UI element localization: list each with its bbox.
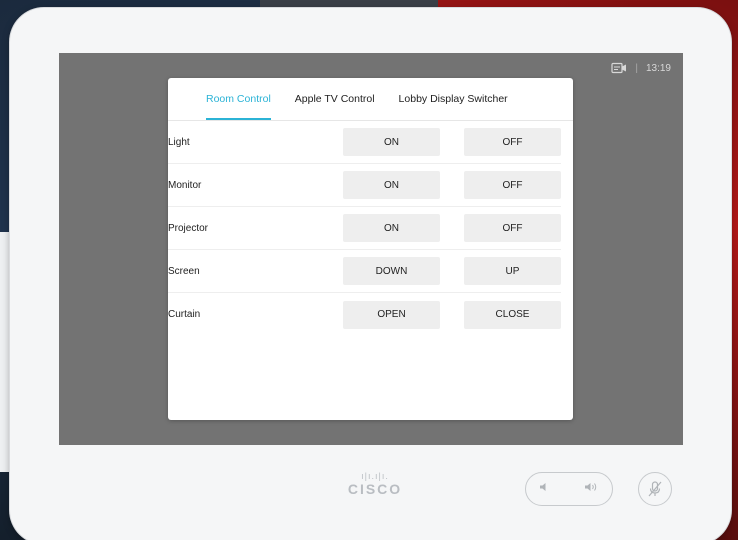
projector-off-button[interactable]: OFF — [464, 214, 561, 242]
control-row-projector: Projector ON OFF — [168, 207, 561, 250]
volume-down-icon[interactable] — [538, 480, 550, 498]
screen-up-button[interactable]: UP — [464, 257, 561, 285]
light-on-button[interactable]: ON — [343, 128, 440, 156]
camera-icon[interactable] — [611, 62, 627, 74]
monitor-off-button[interactable]: OFF — [464, 171, 561, 199]
row-label-screen: Screen — [168, 265, 200, 277]
control-row-curtain: Curtain OPEN CLOSE — [168, 293, 561, 336]
cisco-logo-bars: ı|ı.ı|ı. — [361, 471, 389, 481]
volume-up-icon[interactable] — [584, 480, 600, 498]
control-row-monitor: Monitor ON OFF — [168, 164, 561, 207]
screen-down-button[interactable]: DOWN — [343, 257, 440, 285]
cisco-logo: ı|ı.ı|ı. CISCO — [343, 471, 407, 497]
tab-apple-tv-control[interactable]: Apple TV Control — [283, 78, 387, 120]
control-rows: Light ON OFF Monitor ON OFF Projector ON… — [168, 121, 573, 336]
row-label-projector: Projector — [168, 222, 209, 234]
mic-muted-icon[interactable] — [638, 472, 672, 506]
cisco-wordmark: CISCO — [347, 481, 403, 497]
tab-bar: Room Control Apple TV Control Lobby Disp… — [168, 78, 573, 121]
projector-on-button[interactable]: ON — [343, 214, 440, 242]
control-row-screen: Screen DOWN UP — [168, 250, 561, 293]
monitor-on-button[interactable]: ON — [343, 171, 440, 199]
touch-panel-device: | 13:19 Room Control Apple TV Control Lo… — [10, 8, 731, 540]
status-bar: | 13:19 — [611, 62, 671, 74]
control-panel: Room Control Apple TV Control Lobby Disp… — [168, 78, 573, 420]
row-label-light: Light — [168, 136, 190, 148]
tab-lobby-display-switcher[interactable]: Lobby Display Switcher — [387, 78, 520, 120]
volume-control[interactable] — [525, 472, 613, 506]
status-separator: | — [635, 62, 638, 74]
clock: 13:19 — [645, 62, 671, 74]
row-label-monitor: Monitor — [168, 179, 202, 191]
control-row-light: Light ON OFF — [168, 121, 561, 164]
light-off-button[interactable]: OFF — [464, 128, 561, 156]
screen: | 13:19 Room Control Apple TV Control Lo… — [59, 53, 683, 445]
row-label-curtain: Curtain — [168, 309, 201, 320]
tab-room-control[interactable]: Room Control — [194, 78, 283, 120]
curtain-close-button[interactable]: CLOSE — [464, 300, 561, 329]
curtain-open-button[interactable]: OPEN — [343, 300, 440, 329]
